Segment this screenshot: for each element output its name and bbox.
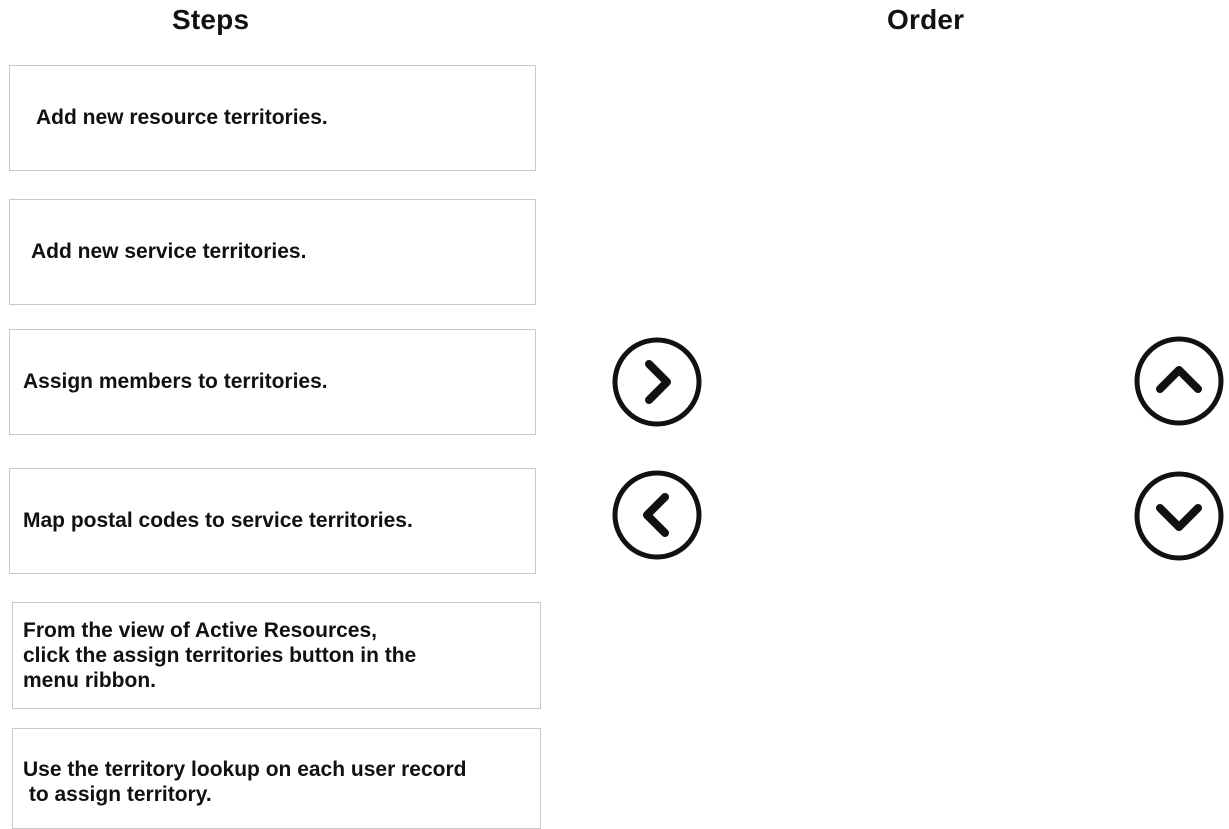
- order-column-header: Order: [887, 4, 965, 35]
- steps-column-header: Steps: [172, 4, 250, 35]
- step-item-assign-members[interactable]: Assign members to territories.: [9, 329, 536, 435]
- step-item-label: Use the territory lookup on each user re…: [23, 758, 467, 807]
- step-item-territory-lookup[interactable]: Use the territory lookup on each user re…: [12, 728, 541, 829]
- move-up-button[interactable]: [1133, 335, 1225, 427]
- step-item-add-resource-territories[interactable]: Add new resource territories.: [9, 65, 536, 171]
- chevron-left-icon: [612, 470, 702, 560]
- order-drop-area[interactable]: [735, 60, 1115, 820]
- move-down-button[interactable]: [1133, 470, 1225, 562]
- step-item-label: From the view of Active Resources, click…: [23, 618, 417, 693]
- move-left-button[interactable]: [611, 469, 703, 561]
- step-item-label: Add new service territories.: [31, 240, 307, 264]
- step-item-assign-from-active-resources[interactable]: From the view of Active Resources, click…: [12, 602, 541, 709]
- step-item-label: Map postal codes to service territories.: [23, 509, 413, 533]
- step-item-map-postal-codes[interactable]: Map postal codes to service territories.: [9, 468, 536, 574]
- chevron-up-icon: [1134, 336, 1224, 426]
- step-item-label: Assign members to territories.: [23, 370, 328, 394]
- step-item-label: Add new resource territories.: [36, 106, 328, 130]
- chevron-down-icon: [1134, 471, 1224, 561]
- step-item-add-service-territories[interactable]: Add new service territories.: [9, 199, 536, 305]
- chevron-right-icon: [612, 337, 702, 427]
- move-right-button[interactable]: [611, 336, 703, 428]
